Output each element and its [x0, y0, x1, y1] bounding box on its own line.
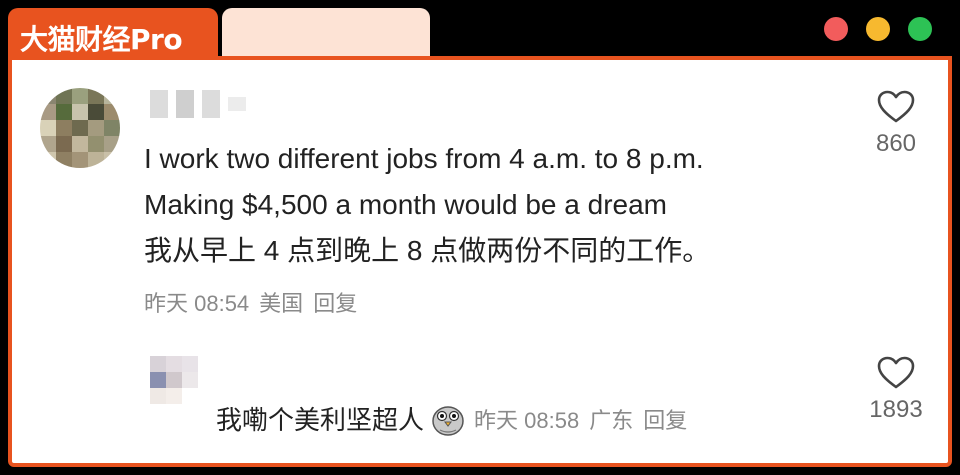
- comment-meta: 昨天 08:54 美国 回复: [144, 286, 367, 318]
- heart-outline-icon[interactable]: [877, 90, 915, 124]
- comment-line: I work two different jobs from 4 a.m. to…: [144, 143, 704, 174]
- reply-row: 我嘞个美利坚超人 昨天 08:58 广东 回复: [216, 400, 697, 437]
- reply-avatar[interactable]: [150, 356, 198, 404]
- close-window-button[interactable]: [824, 17, 848, 41]
- comment-body: I work two different jobs from 4 a.m. to…: [144, 136, 844, 274]
- reply-meta: 昨天 08:58 广东 回复: [474, 403, 697, 435]
- like-button[interactable]: 860: [856, 90, 936, 158]
- secondary-tab: [222, 8, 430, 60]
- brand-logo-text: 大猫财经Pro: [20, 23, 183, 56]
- comment-card: I work two different jobs from 4 a.m. to…: [8, 56, 952, 467]
- avatar[interactable]: [40, 88, 120, 168]
- username-blurred[interactable]: [150, 88, 280, 120]
- reply-text: 我嘞个美利坚超人: [216, 405, 425, 435]
- reply-button[interactable]: 回复: [313, 291, 357, 316]
- comment-line: 我从早上 4 点到晚上 8 点做两份不同的工作。: [144, 235, 711, 266]
- comment-time: 昨天 08:54: [144, 291, 250, 316]
- minimize-window-button[interactable]: [866, 17, 890, 41]
- maximize-window-button[interactable]: [908, 17, 932, 41]
- reply-reply-button[interactable]: 回复: [643, 408, 687, 433]
- comment-line: Making $4,500 a month would be a dream: [144, 189, 667, 220]
- heart-outline-icon[interactable]: [877, 356, 915, 390]
- comment-location: 美国: [259, 291, 304, 316]
- reply-time: 昨天 08:58: [474, 407, 580, 433]
- reply-like-button[interactable]: 1893: [856, 356, 936, 424]
- pigeon-emoji-icon: [432, 405, 464, 436]
- like-count: 860: [875, 130, 917, 157]
- reply-like-count: 1893: [869, 396, 923, 423]
- reply-location: 广东: [589, 407, 634, 433]
